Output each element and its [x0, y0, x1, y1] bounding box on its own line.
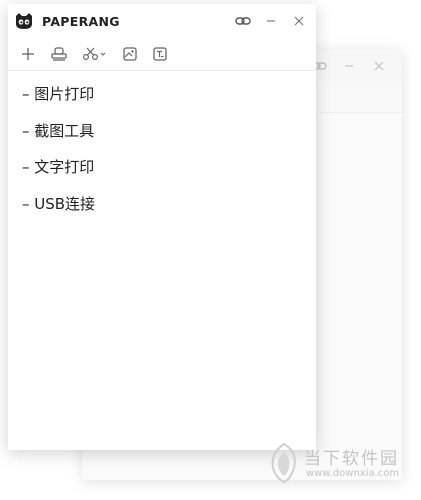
- stamp-print-icon[interactable]: [50, 43, 68, 65]
- scissors-icon[interactable]: [82, 43, 108, 65]
- watermark-logo-icon: [271, 442, 296, 484]
- main-window: PAPERANG – 图片打印 – 截图工具 – 文字打印 – USB连接: [8, 4, 316, 450]
- plus-icon[interactable]: [20, 43, 36, 65]
- toolbar: [8, 38, 316, 71]
- cat-logo-icon: [14, 12, 34, 30]
- list-item: – 图片打印: [22, 85, 95, 103]
- watermark-url: www.downxia.com: [306, 468, 400, 479]
- image-frame-icon[interactable]: [122, 43, 138, 65]
- titlebar: PAPERANG: [8, 4, 316, 38]
- close-icon[interactable]: [370, 60, 388, 74]
- link-icon[interactable]: [234, 12, 252, 30]
- watermark-text: 当下软件园: [304, 449, 399, 469]
- close-icon[interactable]: [290, 12, 308, 30]
- app-title: PAPERANG: [42, 13, 120, 29]
- note-content[interactable]: – 图片打印 – 截图工具 – 文字打印 – USB连接: [22, 84, 316, 230]
- minimize-icon[interactable]: [262, 12, 280, 30]
- text-box-icon[interactable]: [152, 43, 168, 65]
- list-item: – USB连接: [22, 194, 96, 213]
- list-item: – 文字打印: [22, 158, 95, 176]
- background-window-controls: [310, 60, 388, 74]
- watermark: 当下软件园 www.downxia.com: [266, 440, 416, 490]
- list-item: – 截图工具: [22, 121, 95, 140]
- minimize-icon[interactable]: [340, 60, 358, 74]
- window-controls: [234, 12, 308, 30]
